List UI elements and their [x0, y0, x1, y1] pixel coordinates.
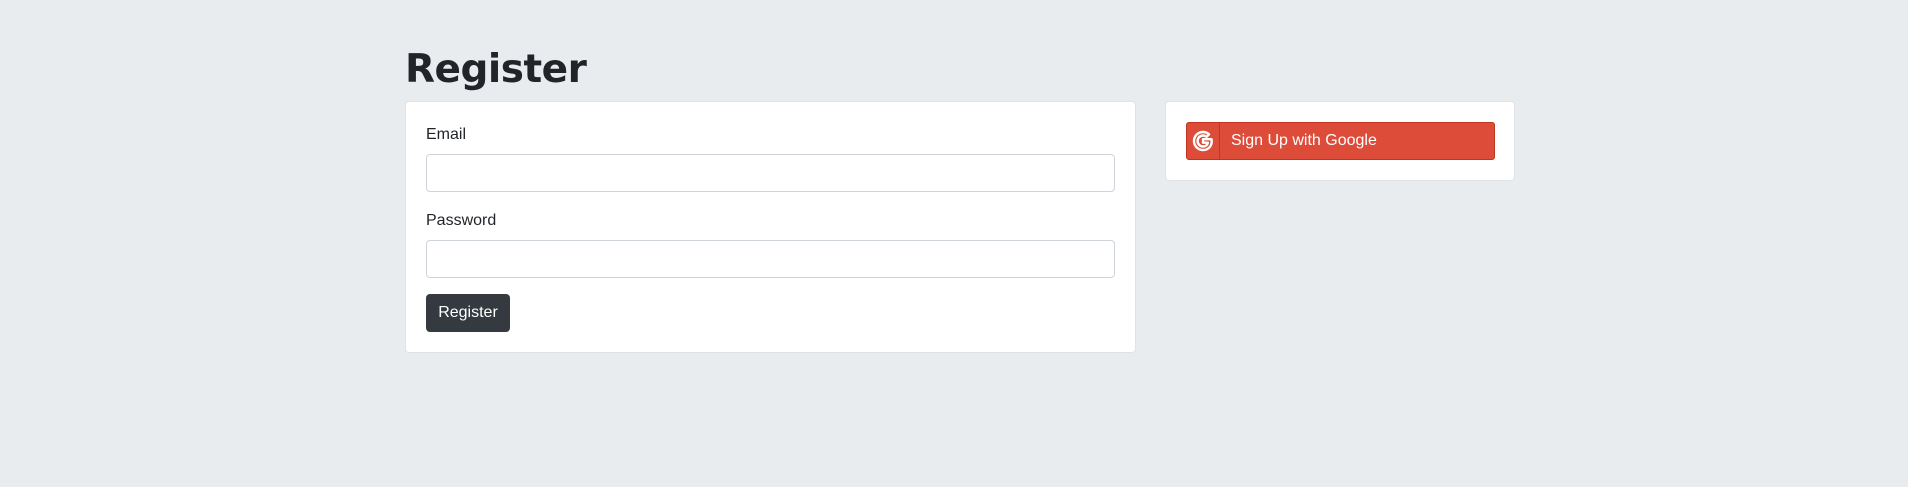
email-field[interactable]	[426, 154, 1115, 192]
google-signup-button[interactable]: Sign Up with Google	[1186, 122, 1495, 160]
social-login-card: Sign Up with Google	[1165, 101, 1515, 181]
register-card: Email Password Register	[405, 101, 1136, 353]
google-icon	[1187, 123, 1220, 159]
email-label: Email	[426, 126, 467, 143]
google-signup-label: Sign Up with Google	[1231, 132, 1377, 149]
password-label: Password	[426, 212, 497, 229]
page-title: Register	[405, 47, 587, 92]
password-field[interactable]	[426, 240, 1115, 278]
register-button[interactable]: Register	[426, 294, 510, 332]
